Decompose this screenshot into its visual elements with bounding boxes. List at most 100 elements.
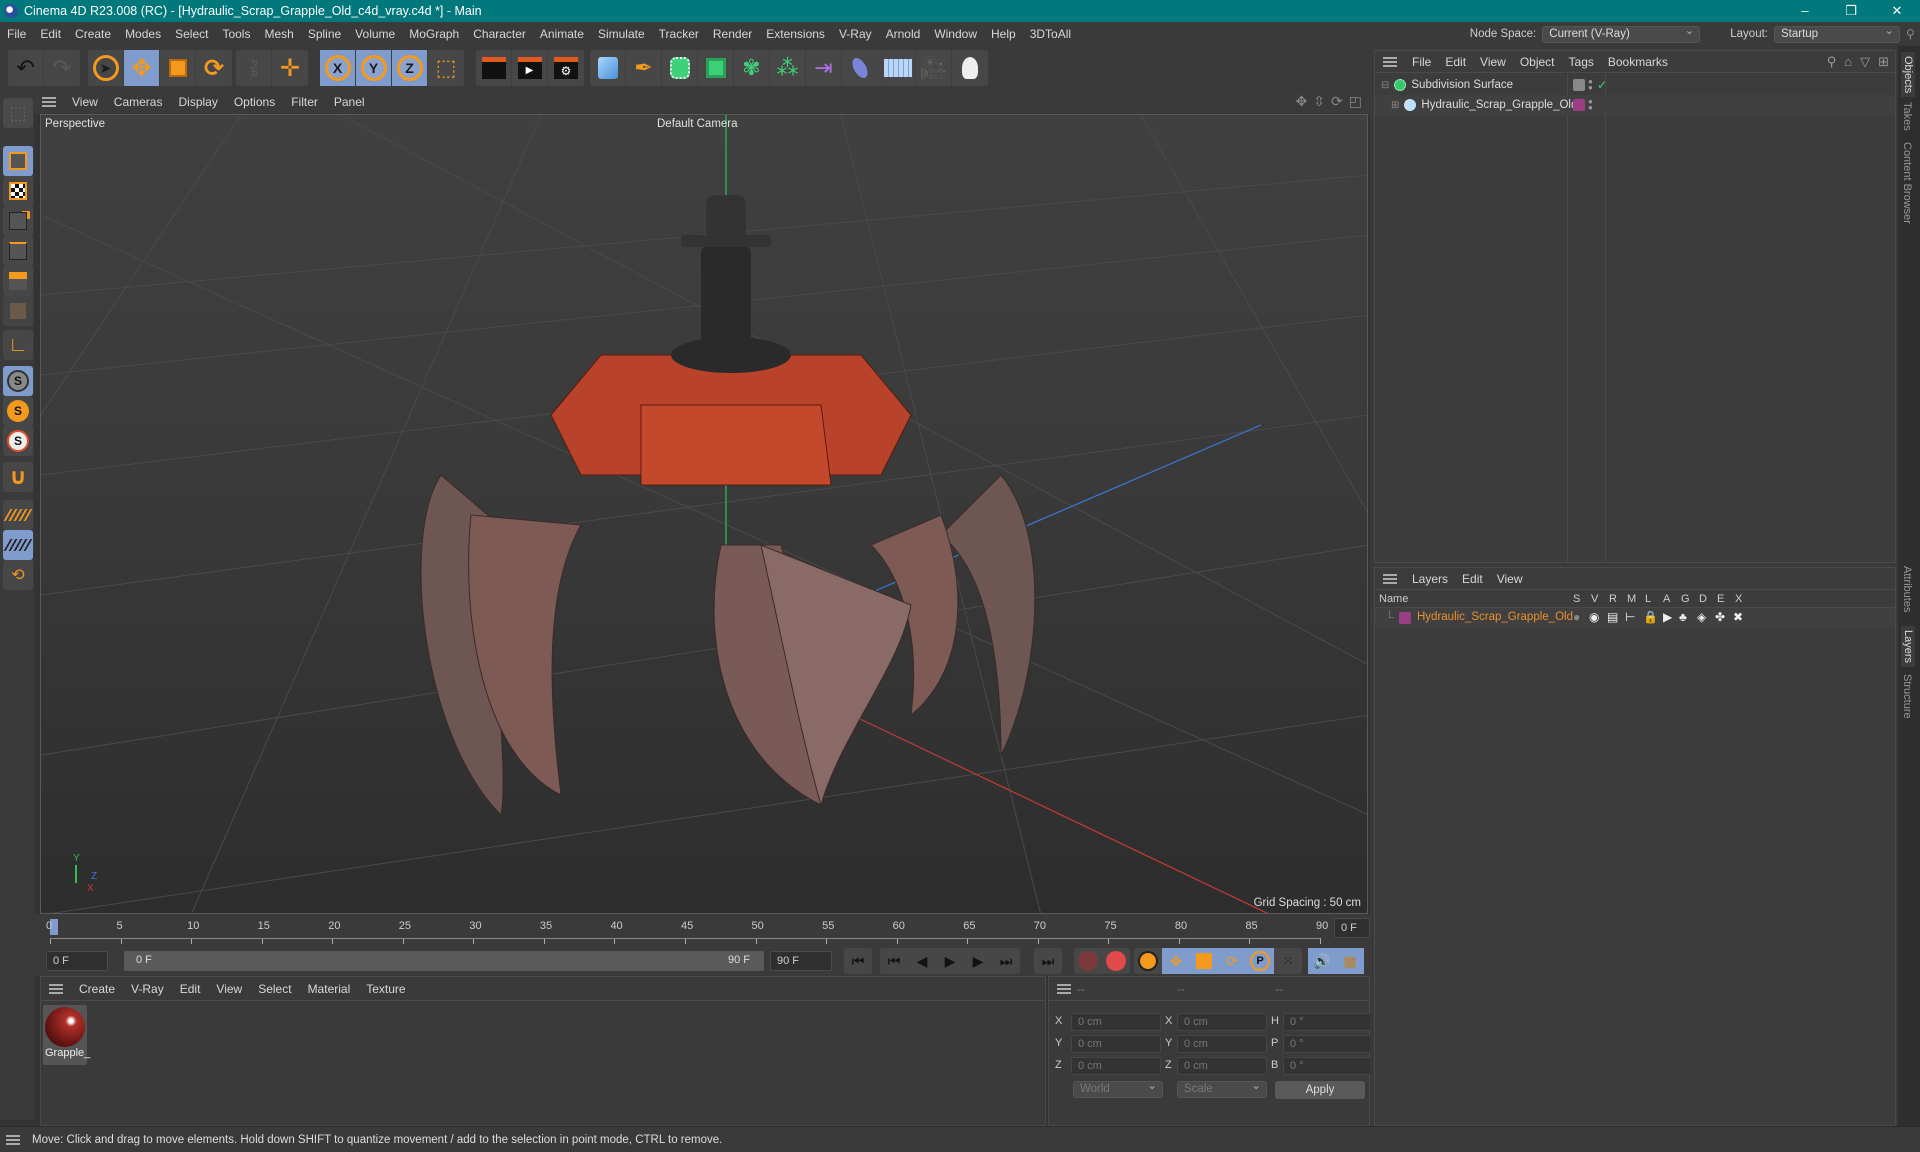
go-to-start-button[interactable]: ⏮ <box>844 948 872 974</box>
autokey-button[interactable] <box>1102 948 1130 974</box>
material-hamburger-icon[interactable] <box>49 983 63 994</box>
object-row-grapple[interactable]: ⊞ Hydraulic_Scrap_Grapple_Old ● ● <box>1375 95 1895 115</box>
deformer-button[interactable]: ⇥ <box>806 50 842 86</box>
pen-spline-button[interactable]: ✒ <box>626 50 662 86</box>
material-menu-view[interactable]: View <box>208 982 250 996</box>
menu-spline[interactable]: Spline <box>301 27 348 41</box>
search-icon[interactable]: ⚲ <box>1906 27 1920 41</box>
floor-button[interactable] <box>880 50 916 86</box>
generator-icon[interactable]: ♣ <box>1679 610 1687 624</box>
apply-button[interactable]: Apply <box>1275 1081 1365 1099</box>
material-menu-edit[interactable]: Edit <box>172 982 209 996</box>
quantize-button[interactable]: S <box>3 426 33 456</box>
scale-tool-button[interactable] <box>160 50 196 86</box>
objects-menu-edit[interactable]: Edit <box>1438 55 1473 69</box>
menu-character[interactable]: Character <box>466 27 533 41</box>
menu-mesh[interactable]: Mesh <box>257 27 300 41</box>
redo-button[interactable]: ↷ <box>44 50 80 86</box>
object-name[interactable]: Hydraulic_Scrap_Grapple_Old <box>1421 99 1577 111</box>
axis-mode-button[interactable]: ∟ <box>3 330 33 360</box>
pan-view-icon[interactable]: ✥ <box>1296 93 1308 110</box>
key-position-button[interactable]: ✥ <box>1162 948 1190 974</box>
cube-button[interactable] <box>590 50 626 86</box>
play-button[interactable]: ▶ <box>936 948 964 974</box>
coordinate-mode-select[interactable]: Scale <box>1177 1079 1267 1098</box>
object-name[interactable]: Subdivision Surface <box>1411 79 1513 91</box>
pos-x-field[interactable]: 0 cm <box>1071 1013 1161 1031</box>
search-objects-icon[interactable]: ⚲ <box>1827 54 1837 70</box>
menu-help[interactable]: Help <box>984 27 1023 41</box>
render-clapboard-icon[interactable]: ▤ <box>1607 610 1618 624</box>
layers-menu-view[interactable]: View <box>1490 572 1530 586</box>
rot-h-field[interactable]: 0 ° <box>1283 1013 1373 1031</box>
coordinate-system-button[interactable]: ⬚ <box>428 50 464 86</box>
size-z-field[interactable]: 0 cm <box>1177 1057 1267 1075</box>
material-menu-vray[interactable]: V-Ray <box>123 982 172 996</box>
material-menu-create[interactable]: Create <box>71 982 123 996</box>
current-frame-field[interactable]: 0 F <box>1334 918 1370 938</box>
coordinate-space-select[interactable]: World <box>1073 1079 1163 1098</box>
extrude-button[interactable] <box>698 50 734 86</box>
node-space-select[interactable]: Current (V-Ray) <box>1542 24 1701 43</box>
model-mode-button[interactable] <box>3 146 33 176</box>
undo-button[interactable]: ↶ <box>8 50 44 86</box>
size-x-field[interactable]: 0 cm <box>1177 1013 1267 1031</box>
layer-name[interactable]: Hydraulic_Scrap_Grapple_Old <box>1417 611 1573 623</box>
material-menu-texture[interactable]: Texture <box>358 982 413 996</box>
layers-menu-layers[interactable]: Layers <box>1405 572 1455 586</box>
edges-mode-button[interactable] <box>3 236 33 266</box>
viewport-menu-filter[interactable]: Filter <box>283 95 326 109</box>
objects-menu-object[interactable]: Object <box>1513 55 1562 69</box>
menu-mograph[interactable]: MoGraph <box>402 27 466 41</box>
go-to-end-button[interactable]: ⏭ <box>1034 948 1062 974</box>
filter-icon[interactable]: ▽ <box>1860 54 1870 70</box>
enabled-check-icon[interactable]: ✓ <box>1597 78 1607 92</box>
menu-vray[interactable]: V-Ray <box>832 27 879 41</box>
menu-edit[interactable]: Edit <box>33 27 68 41</box>
menu-modes[interactable]: Modes <box>118 27 168 41</box>
snap-settings-button[interactable]: S <box>3 396 33 426</box>
rot-p-field[interactable]: 0 ° <box>1283 1035 1373 1053</box>
tab-takes[interactable]: Takes <box>1901 102 1913 131</box>
camera-button[interactable]: 🎥 <box>916 50 952 86</box>
key-parameter-button[interactable]: P <box>1246 948 1274 974</box>
close-button[interactable]: ✕ <box>1874 0 1920 22</box>
layer-color-swatch[interactable] <box>1399 612 1411 624</box>
subdivision-surface-button[interactable] <box>662 50 698 86</box>
frame-range-slider[interactable]: 0 F 90 F <box>124 951 764 971</box>
objects-menu-bookmarks[interactable]: Bookmarks <box>1601 55 1675 69</box>
xref-icon[interactable]: ✖ <box>1733 610 1743 624</box>
material-item[interactable]: Grapple_ <box>43 1005 90 1065</box>
start-frame-field[interactable]: 0 F <box>46 951 108 971</box>
orbit-view-icon[interactable]: ⟳ <box>1331 93 1343 110</box>
next-key-button[interactable]: ⏭ <box>992 948 1020 974</box>
tab-layers[interactable]: Layers <box>1901 626 1915 668</box>
status-hamburger-icon[interactable] <box>6 1134 20 1145</box>
home-icon[interactable]: ⌂ <box>1844 54 1852 70</box>
coordinates-hamburger-icon[interactable] <box>1057 983 1071 994</box>
prev-frame-button[interactable]: ◀ <box>908 948 936 974</box>
layout-select[interactable]: Startup <box>1774 24 1900 43</box>
locked-workplane-button[interactable] <box>3 530 33 560</box>
menu-tools[interactable]: Tools <box>215 27 257 41</box>
key-pla-button[interactable]: ⁙ <box>1274 948 1302 974</box>
animation-play-icon[interactable]: ▶ <box>1663 610 1672 624</box>
move-tool-button[interactable]: ✥ <box>124 50 160 86</box>
objects-menu-file[interactable]: File <box>1405 55 1438 69</box>
visibility-dots-icon[interactable]: ● ● <box>1588 78 1593 92</box>
restore-button[interactable]: ❐ <box>1828 0 1874 22</box>
visible-eye-icon[interactable]: ◉ <box>1589 610 1599 624</box>
deformer-icon[interactable]: ◈ <box>1697 610 1706 624</box>
next-frame-button[interactable]: ▶ <box>964 948 992 974</box>
menu-extensions[interactable]: Extensions <box>759 27 832 41</box>
polygons-mode-button[interactable] <box>3 266 33 296</box>
keyframe-settings-button[interactable] <box>1134 948 1162 974</box>
layer-color-swatch[interactable] <box>1573 99 1585 111</box>
objects-menu-tags[interactable]: Tags <box>1562 55 1601 69</box>
menu-file[interactable]: File <box>0 27 33 41</box>
pos-y-field[interactable]: 0 cm <box>1071 1035 1161 1053</box>
key-rotation-button[interactable]: ⟳ <box>1218 948 1246 974</box>
manager-hierarchy-icon[interactable]: ⊢ <box>1625 610 1635 624</box>
layer-manager-hamburger-icon[interactable] <box>1383 573 1397 584</box>
material-menu-material[interactable]: Material <box>300 982 359 996</box>
